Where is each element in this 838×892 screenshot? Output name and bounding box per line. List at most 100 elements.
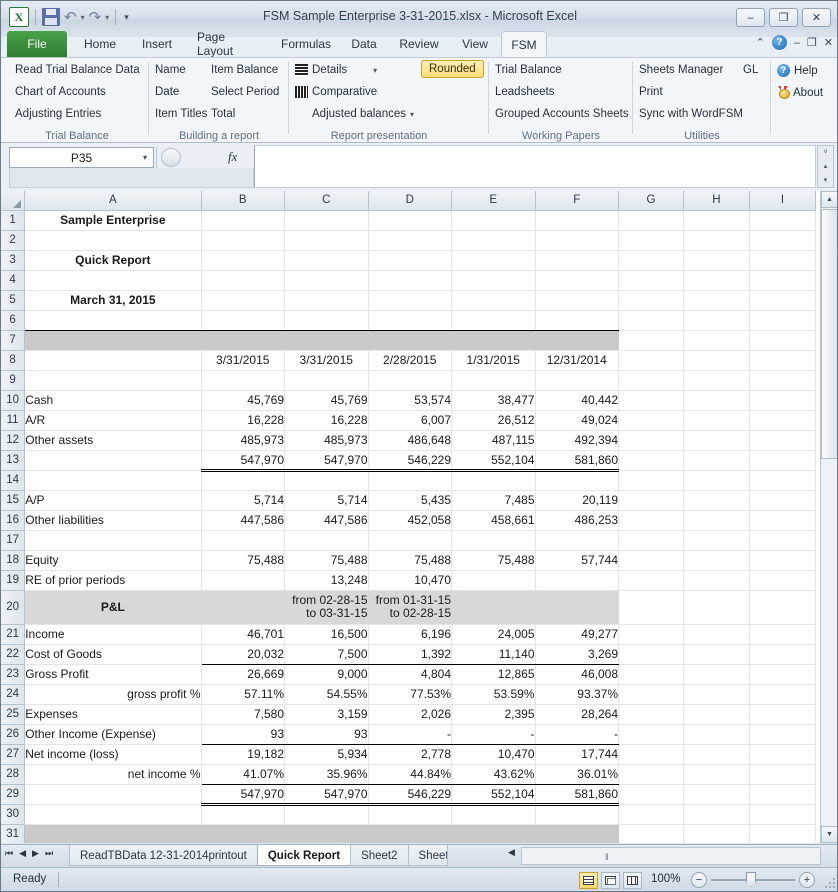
cell-B26[interactable]: 93 <box>201 724 285 745</box>
cell-D10[interactable]: 53,574 <box>368 390 452 411</box>
cell-E1[interactable] <box>451 210 536 231</box>
tab-formulas[interactable]: Formulas <box>273 31 339 57</box>
cell-H30[interactable] <box>683 804 750 825</box>
row-header-11[interactable]: 11 <box>1 410 26 431</box>
cell-E20[interactable] <box>451 590 536 625</box>
cell-I24[interactable] <box>749 684 817 705</box>
cell-G12[interactable] <box>618 430 684 451</box>
btn-read-trial-balance-data[interactable]: Read Trial Balance Data <box>15 64 140 76</box>
restore-button[interactable]: ❐ <box>769 8 798 27</box>
cell-C25[interactable]: 3,159 <box>284 704 369 725</box>
btn-chart-of-accounts[interactable]: Chart of Accounts <box>15 86 106 98</box>
cell-I22[interactable] <box>749 644 817 665</box>
cell-B13[interactable]: 547,970 <box>201 449 285 472</box>
cell-E22[interactable]: 11,140 <box>451 644 536 665</box>
cell-C14[interactable] <box>284 470 369 491</box>
cell-E25[interactable]: 2,395 <box>451 704 536 725</box>
row-header-23[interactable]: 23 <box>1 664 26 685</box>
cell-E29[interactable]: 552,104 <box>451 783 536 806</box>
cell-F23[interactable]: 46,008 <box>535 664 619 685</box>
cell-F20[interactable] <box>535 590 619 625</box>
cell-F30[interactable] <box>535 804 619 825</box>
cell-A27[interactable]: Net income (loss) <box>24 744 202 765</box>
cell-A25[interactable]: Expenses <box>24 704 202 725</box>
row-header-12[interactable]: 12 <box>1 430 26 451</box>
btn-leadsheets[interactable]: Leadsheets <box>495 86 554 98</box>
cell-I12[interactable] <box>749 430 817 451</box>
page-layout-view-button[interactable] <box>601 872 620 889</box>
cell-I28[interactable] <box>749 764 817 785</box>
row-header-29[interactable]: 29 <box>1 784 26 805</box>
cell-A7[interactable] <box>24 330 202 351</box>
btn-help[interactable]: ? Help <box>777 64 818 77</box>
cell-E18[interactable]: 75,488 <box>451 550 536 571</box>
cell-G11[interactable] <box>618 410 684 431</box>
cell-I18[interactable] <box>749 550 817 571</box>
cell-H21[interactable] <box>683 624 750 645</box>
cell-B7[interactable] <box>201 330 285 351</box>
cell-E24[interactable]: 53.59% <box>451 684 536 705</box>
cell-H26[interactable] <box>683 724 750 745</box>
cell-D31[interactable] <box>368 824 452 843</box>
cell-A14[interactable] <box>24 470 202 491</box>
cell-D26[interactable]: - <box>368 724 452 745</box>
cell-C26[interactable]: 93 <box>284 724 369 745</box>
btn-date[interactable]: Date <box>155 86 179 98</box>
cell-C13[interactable]: 547,970 <box>284 449 369 472</box>
cell-F11[interactable]: 49,024 <box>535 410 619 431</box>
cell-F29[interactable]: 581,860 <box>535 783 619 806</box>
cell-F12[interactable]: 492,394 <box>535 430 619 451</box>
zoom-in-button[interactable]: + <box>799 872 815 888</box>
cell-E9[interactable] <box>451 370 536 391</box>
btn-adjusted-balances[interactable]: Adjusted balances ▾ <box>312 108 414 120</box>
btn-rounded[interactable]: Rounded <box>421 60 484 78</box>
row-header-31[interactable]: 31 <box>1 824 26 843</box>
cell-A1[interactable]: Sample Enterprise <box>24 210 202 231</box>
name-box-dropdown-caret-icon[interactable]: ▾ <box>143 153 147 162</box>
cell-C29[interactable]: 547,970 <box>284 783 369 806</box>
cell-I23[interactable] <box>749 664 817 685</box>
cell-C6[interactable] <box>284 310 369 331</box>
cell-H16[interactable] <box>683 510 750 531</box>
cell-D22[interactable]: 1,392 <box>368 644 452 665</box>
cell-I17[interactable] <box>749 530 817 551</box>
cell-I26[interactable] <box>749 724 817 745</box>
cell-C20[interactable]: from 02-28-15 to 03-31-15 <box>284 590 369 625</box>
cell-D29[interactable]: 546,229 <box>368 783 452 806</box>
row-header-10[interactable]: 10 <box>1 390 26 411</box>
cell-I19[interactable] <box>749 570 817 591</box>
cell-F18[interactable]: 57,744 <box>535 550 619 571</box>
close-button[interactable]: ✕ <box>802 8 831 27</box>
tab-split-handle-icon[interactable]: ◀ <box>508 847 515 858</box>
column-header-f[interactable]: F <box>535 191 619 211</box>
cell-I21[interactable] <box>749 624 817 645</box>
cell-A13[interactable] <box>24 450 202 471</box>
cell-G8[interactable] <box>618 350 684 371</box>
cell-D2[interactable] <box>368 230 452 251</box>
cell-B21[interactable]: 46,701 <box>201 624 285 645</box>
cell-E16[interactable]: 458,661 <box>451 510 536 531</box>
cell-A8[interactable] <box>24 350 202 371</box>
btn-name[interactable]: Name <box>155 64 186 76</box>
cell-E4[interactable] <box>451 270 536 291</box>
column-header-g[interactable]: G <box>618 191 684 211</box>
cell-F28[interactable]: 36.01% <box>535 764 619 785</box>
cell-H11[interactable] <box>683 410 750 431</box>
cell-H31[interactable] <box>683 824 750 843</box>
cell-C7[interactable] <box>284 330 369 351</box>
cell-D15[interactable]: 5,435 <box>368 490 452 511</box>
cell-A9[interactable] <box>24 370 202 391</box>
worksheet-grid[interactable]: A B C D E F G H I 1 Sample Enterprise 2 3 Qu… <box>1 191 837 843</box>
cell-G5[interactable] <box>618 290 684 311</box>
cell-B15[interactable]: 5,714 <box>201 490 285 511</box>
cell-C18[interactable]: 75,488 <box>284 550 369 571</box>
cell-D19[interactable]: 10,470 <box>368 570 452 591</box>
cell-G28[interactable] <box>618 764 684 785</box>
cell-I10[interactable] <box>749 390 817 411</box>
cell-G1[interactable] <box>618 210 684 231</box>
cell-B6[interactable] <box>201 310 285 331</box>
cell-B18[interactable]: 75,488 <box>201 550 285 571</box>
cell-G13[interactable] <box>618 450 684 471</box>
help-icon[interactable]: ? <box>771 35 787 50</box>
cell-E21[interactable]: 24,005 <box>451 624 536 645</box>
